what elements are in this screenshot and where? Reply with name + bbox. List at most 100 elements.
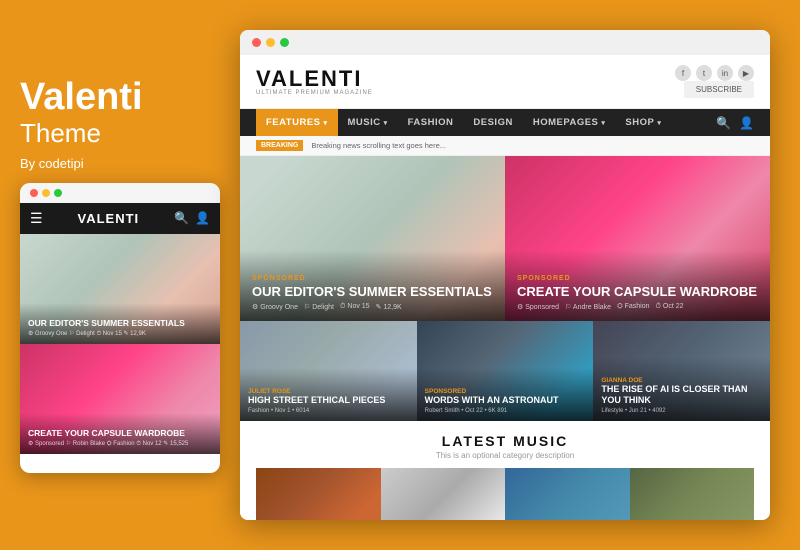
mobile-card-1: OUR EDITOR'S SUMMER ESSENTIALS ⚙ Groovy … xyxy=(20,234,220,344)
mobile-dot-red xyxy=(30,189,38,197)
breaking-bar: BREAKING Breaking news scrolling text go… xyxy=(240,136,770,156)
browser-dot-yellow xyxy=(266,38,275,47)
big-card-2-overlay: SPONSORED CREATE YOUR CAPSULE WARDROBE ⚙… xyxy=(505,250,770,321)
mid-card-1-meta: Fashion • Nov 1 • 6014 xyxy=(248,408,409,414)
big-card-1-meta: ⚙ Groovy One ⚐ Delight ⏱ Nov 15 ✎ 12,9K xyxy=(252,303,493,311)
mobile-card-1-overlay: OUR EDITOR'S SUMMER ESSENTIALS ⚙ Groovy … xyxy=(20,303,220,344)
latest-music-section: LATEST MUSIC This is an optional categor… xyxy=(240,421,770,520)
mid-card-3[interactable]: Gianna Doe THE RISE OF AI IS CLOSER THAN… xyxy=(593,321,770,421)
browser-chrome xyxy=(240,30,770,55)
music-strip xyxy=(256,468,754,520)
left-title: Valenti Theme xyxy=(20,77,240,147)
mid-card-2-overlay: Sponsored WORDS WITH AN ASTRONAUT Robert… xyxy=(417,368,594,421)
mobile-logo: VALENTI xyxy=(78,211,140,226)
music-thumb-1-image xyxy=(256,468,381,520)
social-icons: f t in ▶ xyxy=(675,65,754,81)
mobile-navbar: ☰ VALENTI 🔍 👤 xyxy=(20,203,220,234)
music-thumb-2-image xyxy=(381,468,506,520)
big-card-2[interactable]: SPONSORED CREATE YOUR CAPSULE WARDROBE ⚙… xyxy=(505,156,770,321)
mid-card-2-category: Sponsored xyxy=(425,388,586,395)
browser-content: VALENTI ULTIMATE PREMIUM MAGAZINE f t in… xyxy=(240,55,770,520)
breaking-text: Breaking news scrolling text goes here..… xyxy=(311,141,754,150)
mobile-card-2: CREATE YOUR CAPSULE WARDROBE ⚙ Sponsored… xyxy=(20,344,220,454)
nav-item-design[interactable]: DESIGN xyxy=(463,109,522,136)
user-icon[interactable]: 👤 xyxy=(739,116,754,130)
mobile-window-chrome xyxy=(20,183,220,203)
chevron-down-icon-4: ▾ xyxy=(657,119,661,127)
big-card-1[interactable]: SPONSORED OUR EDITOR'S SUMMER ESSENTIALS… xyxy=(240,156,505,321)
mid-card-2-meta: Robert Smith • Oct 22 • 6K 891 xyxy=(425,408,586,414)
big-card-2-category: SPONSORED xyxy=(517,275,758,282)
youtube-icon[interactable]: ▶ xyxy=(738,65,754,81)
facebook-icon[interactable]: f xyxy=(675,65,691,81)
latest-music-subtitle: This is an optional category description xyxy=(256,451,754,460)
big-card-2-meta: ⚙ Sponsored ⚐ Andre Blake ⛭ Fashion ⏱ Oc… xyxy=(517,303,758,311)
mid-card-3-meta: Lifestyle • Jun 21 • 4092 xyxy=(601,408,762,414)
big-card-1-category: SPONSORED xyxy=(252,275,493,282)
top-row: SPONSORED OUR EDITOR'S SUMMER ESSENTIALS… xyxy=(240,156,770,321)
site-header: VALENTI ULTIMATE PREMIUM MAGAZINE f t in… xyxy=(240,55,770,109)
mobile-card-1-title: OUR EDITOR'S SUMMER ESSENTIALS xyxy=(28,318,212,328)
site-header-right: f t in ▶ SUBSCRIBE xyxy=(675,65,754,98)
subscribe-button[interactable]: SUBSCRIBE xyxy=(684,81,754,98)
mobile-nav-icons: 🔍 👤 xyxy=(174,211,210,225)
mobile-dot-yellow xyxy=(42,189,50,197)
site-logo: VALENTI ULTIMATE PREMIUM MAGAZINE xyxy=(256,68,373,96)
browser-window: VALENTI ULTIMATE PREMIUM MAGAZINE f t in… xyxy=(240,30,770,520)
big-card-1-title: OUR EDITOR'S SUMMER ESSENTIALS xyxy=(252,284,493,300)
mobile-card-2-title: CREATE YOUR CAPSULE WARDROBE xyxy=(28,428,212,438)
music-thumb-3[interactable] xyxy=(505,468,630,520)
mobile-preview: ☰ VALENTI 🔍 👤 OUR EDITOR'S SUMMER ESSENT… xyxy=(20,183,220,473)
left-panel: Valenti Theme By codetipi ☰ VALENTI 🔍 👤 … xyxy=(20,77,240,472)
mid-card-3-title: THE RISE OF AI IS CLOSER THAN YOU THINK xyxy=(601,384,762,406)
hamburger-icon: ☰ xyxy=(30,210,43,227)
mid-row: Juliet Rose HIGH STREET ETHICAL PIECES F… xyxy=(240,321,770,421)
brand-name: Valenti xyxy=(20,77,240,119)
site-logo-sub: ULTIMATE PREMIUM MAGAZINE xyxy=(256,90,373,96)
mobile-dot-green xyxy=(54,189,62,197)
mid-card-3-overlay: Gianna Doe THE RISE OF AI IS CLOSER THAN… xyxy=(593,357,770,421)
theme-label: Theme xyxy=(20,119,240,148)
mobile-card-2-overlay: CREATE YOUR CAPSULE WARDROBE ⚙ Sponsored… xyxy=(20,413,220,454)
nav-action-icons: 🔍 👤 xyxy=(716,116,754,130)
mobile-search-icon: 🔍 xyxy=(174,211,189,225)
music-thumb-3-image xyxy=(505,468,630,520)
chevron-down-icon-2: ▾ xyxy=(384,119,388,127)
mobile-user-icon: 👤 xyxy=(195,211,210,225)
big-card-2-title: CREATE YOUR CAPSULE WARDROBE xyxy=(517,284,758,300)
nav-links: FEATURES ▾ MUSIC ▾ FASHION DESIGN HOMEPA… xyxy=(256,109,671,136)
mid-card-2[interactable]: Sponsored WORDS WITH AN ASTRONAUT Robert… xyxy=(417,321,594,421)
instagram-icon[interactable]: in xyxy=(717,65,733,81)
mid-card-1-title: HIGH STREET ETHICAL PIECES xyxy=(248,395,409,406)
browser-dot-red xyxy=(252,38,261,47)
mid-card-1-overlay: Juliet Rose HIGH STREET ETHICAL PIECES F… xyxy=(240,368,417,421)
nav-item-fashion[interactable]: FASHION xyxy=(398,109,464,136)
browser-dot-green xyxy=(280,38,289,47)
twitter-icon[interactable]: t xyxy=(696,65,712,81)
music-thumb-1[interactable] xyxy=(256,468,381,520)
mid-card-2-title: WORDS WITH AN ASTRONAUT xyxy=(425,395,586,406)
big-card-1-overlay: SPONSORED OUR EDITOR'S SUMMER ESSENTIALS… xyxy=(240,250,505,321)
mid-card-3-category: Gianna Doe xyxy=(601,377,762,384)
music-thumb-4[interactable] xyxy=(630,468,755,520)
nav-item-homepages[interactable]: HOMEPAGES ▾ xyxy=(523,109,616,136)
byline: By codetipi xyxy=(20,156,240,171)
mid-card-1-category: Juliet Rose xyxy=(248,388,409,395)
nav-item-features[interactable]: FEATURES ▾ xyxy=(256,109,338,136)
mid-card-1[interactable]: Juliet Rose HIGH STREET ETHICAL PIECES F… xyxy=(240,321,417,421)
chevron-down-icon-3: ▾ xyxy=(601,119,605,127)
site-nav: FEATURES ▾ MUSIC ▾ FASHION DESIGN HOMEPA… xyxy=(240,109,770,136)
music-thumb-4-image xyxy=(630,468,755,520)
chevron-down-icon: ▾ xyxy=(324,119,328,127)
nav-item-music[interactable]: MUSIC ▾ xyxy=(338,109,398,136)
main-grid: SPONSORED OUR EDITOR'S SUMMER ESSENTIALS… xyxy=(240,156,770,520)
site-logo-main: VALENTI xyxy=(256,68,373,90)
nav-item-shop[interactable]: SHOP ▾ xyxy=(615,109,671,136)
mobile-card-1-meta: ⚙ Groovy One ⚐ Delight ⏱ Nov 15 ✎ 12,9K xyxy=(28,330,212,338)
search-icon[interactable]: 🔍 xyxy=(716,116,731,130)
music-thumb-2[interactable] xyxy=(381,468,506,520)
browser-window-controls xyxy=(252,38,289,47)
breaking-tag: BREAKING xyxy=(256,140,303,151)
mobile-card-2-meta: ⚙ Sponsored ⚐ Robin Blake ⛭ Fashion ⏱ No… xyxy=(28,440,212,448)
latest-music-title: LATEST MUSIC xyxy=(256,433,754,449)
